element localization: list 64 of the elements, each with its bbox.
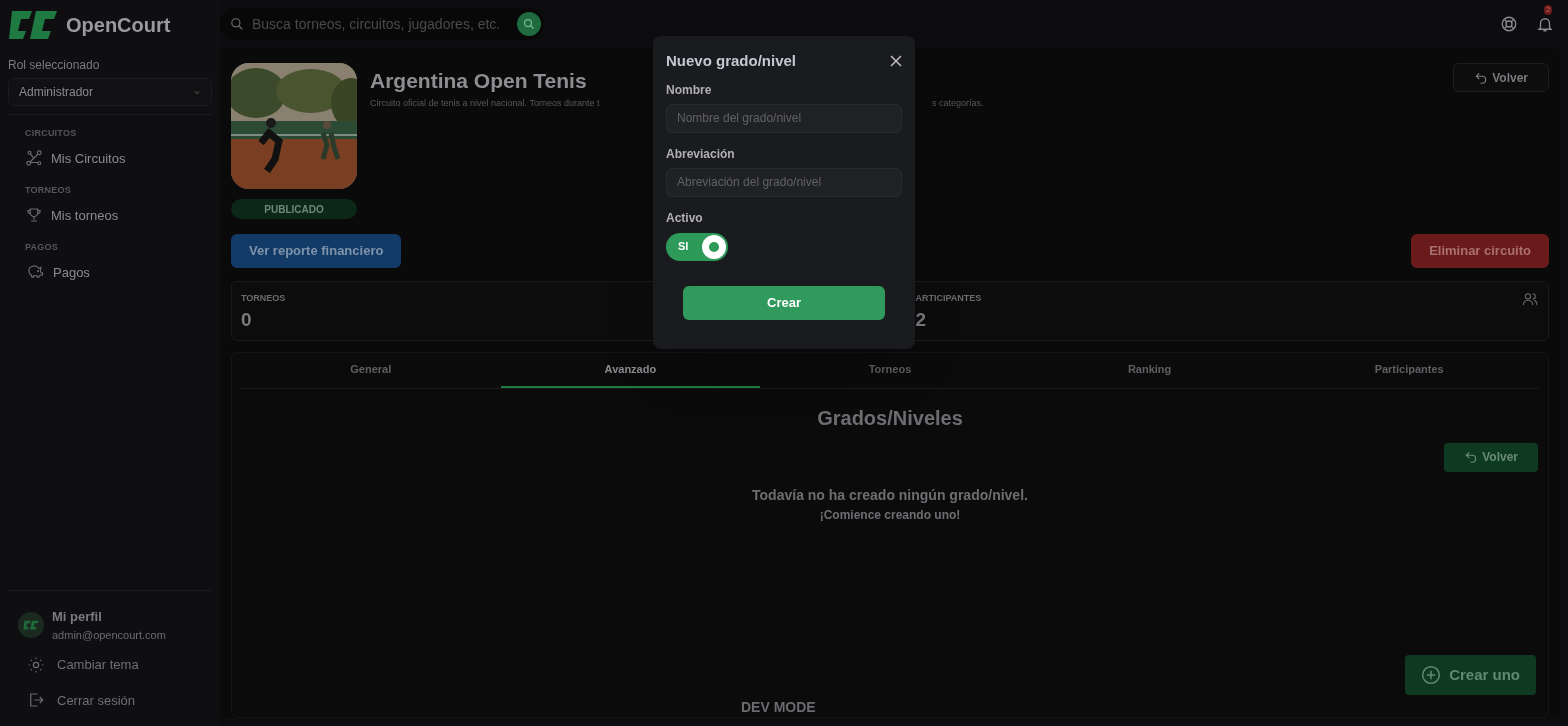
search-button[interactable] bbox=[517, 12, 541, 36]
logout-icon bbox=[27, 691, 45, 710]
empty-subtitle: ¡Comience creando uno! bbox=[818, 506, 962, 524]
toggle-switch[interactable]: SI bbox=[666, 232, 728, 261]
section-heading: CIRCUITOS bbox=[24, 127, 78, 140]
status-badge: PUBLICADO bbox=[231, 199, 357, 219]
search-icon bbox=[523, 18, 535, 30]
field-label: Nombre bbox=[666, 81, 713, 99]
undo-icon bbox=[1474, 70, 1489, 85]
circuit-title: Argentina Open Tenis bbox=[370, 68, 587, 94]
logo-icon bbox=[8, 9, 58, 41]
sidebar-item[interactable]: Mis Circuitos bbox=[8, 142, 212, 174]
tab[interactable]: Ranking bbox=[1019, 361, 1280, 388]
undo-icon bbox=[1464, 450, 1479, 464]
field-label: Abreviación bbox=[666, 145, 736, 163]
logo-icon bbox=[23, 620, 39, 630]
report-button[interactable]: Ver reporte financiero bbox=[231, 234, 402, 268]
role-select[interactable]: Administrador bbox=[8, 78, 212, 106]
create-button[interactable]: Crear uno bbox=[1405, 655, 1536, 695]
section-heading: TORNEOS bbox=[24, 184, 72, 197]
plus-circle-icon bbox=[1421, 665, 1442, 685]
stat-value: 2 bbox=[915, 307, 927, 332]
tab[interactable]: Torneos bbox=[760, 361, 1020, 388]
sidebar-item[interactable]: Cambiar tema bbox=[8, 647, 212, 683]
create-button[interactable]: Crear bbox=[683, 285, 885, 320]
delete-button[interactable]: Eliminar circuito bbox=[1411, 234, 1549, 268]
tab[interactable]: Participantes bbox=[1279, 361, 1539, 388]
profile-email: admin@opencourt.com bbox=[52, 627, 166, 643]
bell-icon[interactable] bbox=[1536, 15, 1554, 33]
field-label: Activo bbox=[666, 209, 704, 227]
stat-label: ARTICIPANTES bbox=[915, 292, 982, 305]
back-button[interactable]: Volver bbox=[1444, 442, 1538, 472]
section-heading: PAGOS bbox=[24, 241, 59, 254]
sidebar-item[interactable]: Cerrar sesión bbox=[8, 682, 212, 718]
trophy-icon bbox=[25, 206, 43, 225]
circuit-description: Circuito oficial de tenis a nivel nacional. Torneos durante t bbox=[370, 96, 601, 110]
search-field[interactable]: Busca torneos, circuitos, jugadores, etc. bbox=[220, 8, 544, 40]
search-icon bbox=[230, 17, 244, 31]
role-label: Rol seleccionado bbox=[7, 57, 101, 74]
circuit-description: s categorías. bbox=[932, 96, 984, 110]
back-button[interactable]: Volver bbox=[1453, 63, 1549, 92]
sidebar-item[interactable]: Pagos bbox=[8, 256, 212, 288]
modal-title: Nuevo grado/nivel bbox=[666, 51, 797, 71]
brand-name: OpenCourt bbox=[66, 13, 171, 38]
tab[interactable]: General bbox=[241, 361, 501, 388]
tab[interactable]: Avanzado bbox=[500, 361, 761, 388]
toggle-thumb bbox=[702, 234, 726, 259]
empty-title: Todavía no ha creado ningún grado/nivel. bbox=[751, 485, 1029, 505]
section-title: Grados/Niveles bbox=[816, 405, 964, 431]
stat-value: 0 bbox=[241, 307, 252, 332]
nodes-icon bbox=[25, 149, 43, 168]
users-icon bbox=[1522, 291, 1538, 307]
stat-label: TORNEOS bbox=[241, 292, 286, 305]
dev-mode-label: DEV MODE bbox=[741, 698, 816, 717]
input-field[interactable]: Abreviación del grado/nivel bbox=[666, 167, 902, 197]
notification-badge: 2 bbox=[1544, 5, 1553, 15]
chevron-icon bbox=[193, 88, 201, 96]
sun-icon bbox=[27, 655, 45, 674]
help-icon[interactable] bbox=[1500, 15, 1518, 33]
input-field[interactable]: Nombre del grado/nivel bbox=[666, 103, 902, 133]
profile-name[interactable]: Mi perfil bbox=[52, 607, 166, 627]
avatar[interactable] bbox=[18, 612, 44, 638]
sidebar-item[interactable]: Mis torneos bbox=[8, 199, 212, 231]
close-icon[interactable] bbox=[890, 55, 902, 68]
